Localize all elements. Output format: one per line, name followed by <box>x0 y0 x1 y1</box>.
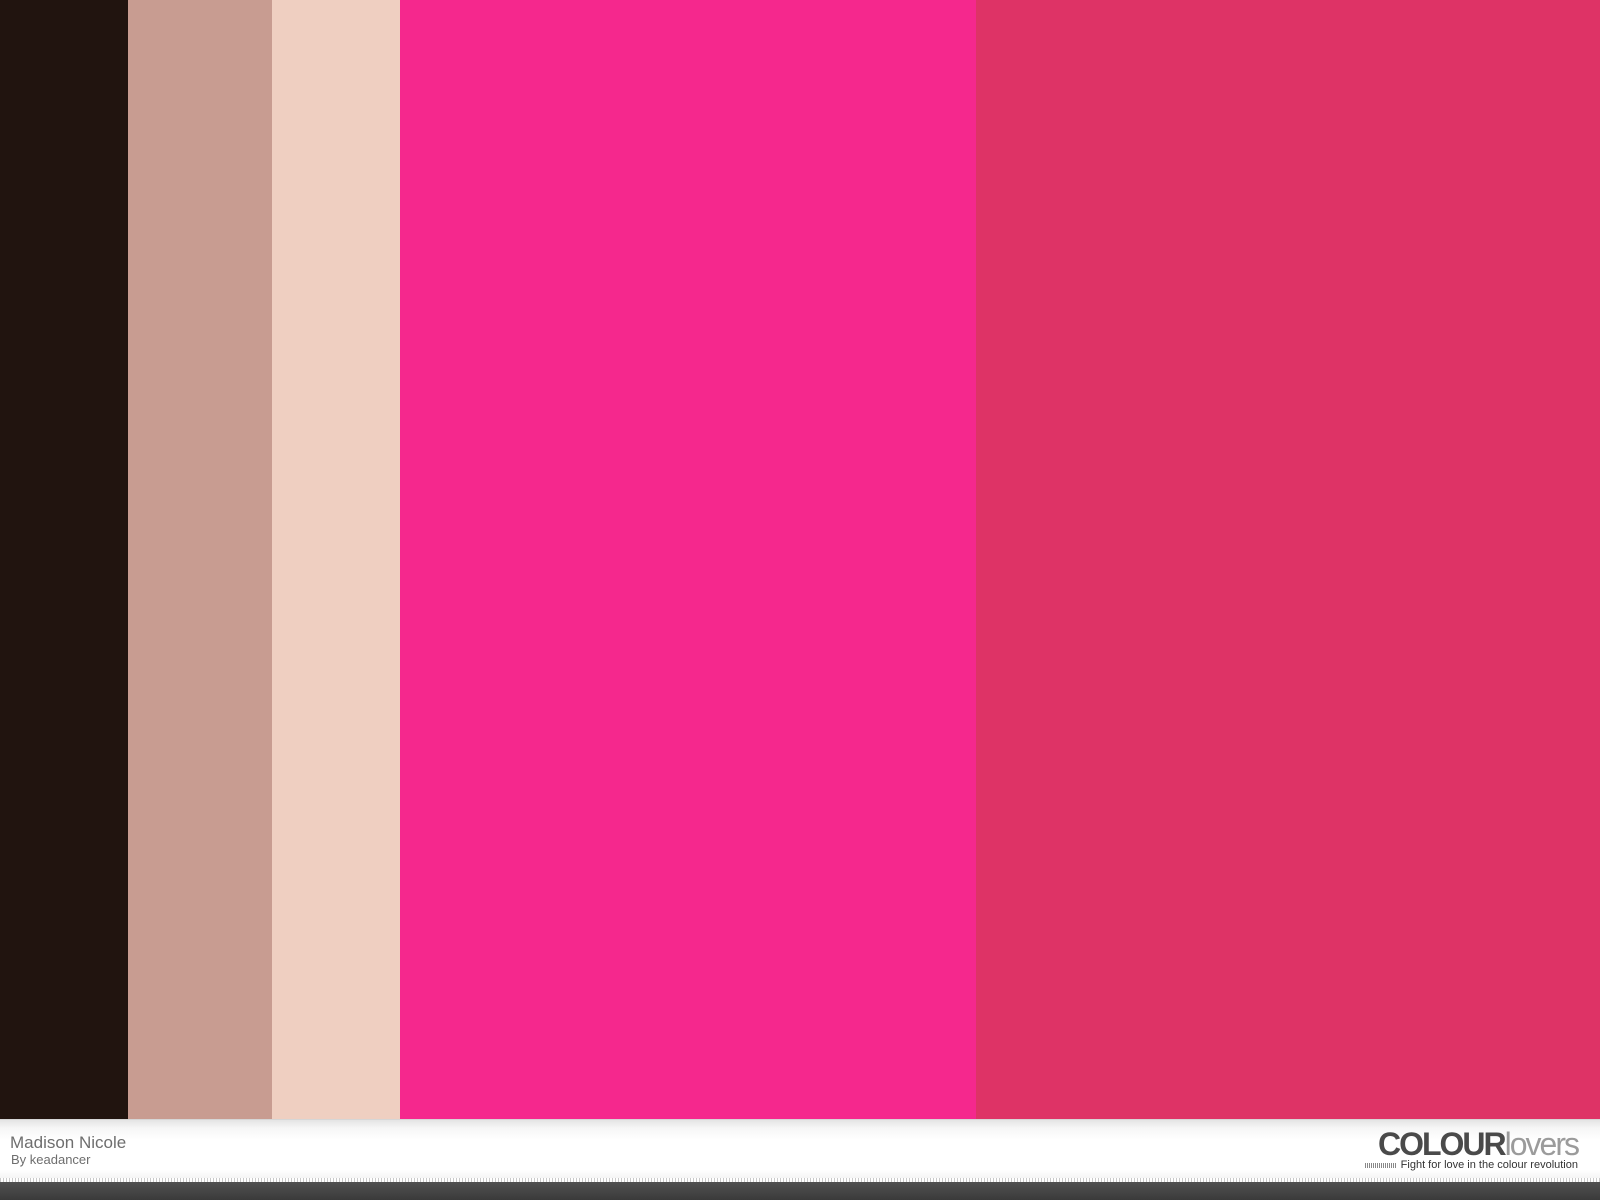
color-palette <box>0 0 1600 1119</box>
palette-title: Madison Nicole <box>10 1133 127 1152</box>
logo-tagline: Fight for love in the colour revolution <box>1400 1159 1578 1171</box>
palette-footer <box>0 1119 1600 1180</box>
logo-wordmark-strong: COLOUR <box>1377 1126 1507 1162</box>
bottom-bar <box>0 1182 1600 1200</box>
logo-dots-decoration <box>1364 1162 1397 1168</box>
logo-wordmark: COLOURlovers <box>1365 1126 1580 1162</box>
palette-author[interactable]: By keadancer <box>11 1152 91 1167</box>
color-swatch-5[interactable] <box>976 0 1600 1119</box>
color-swatch-1[interactable] <box>0 0 128 1119</box>
color-swatch-4[interactable] <box>400 0 976 1119</box>
color-swatch-3[interactable] <box>272 0 400 1119</box>
color-swatch-2[interactable] <box>128 0 272 1119</box>
logo-wordmark-light: lovers <box>1504 1126 1580 1162</box>
colourlovers-logo[interactable]: COLOURlovers Fight for love in the colou… <box>1364 1126 1580 1171</box>
